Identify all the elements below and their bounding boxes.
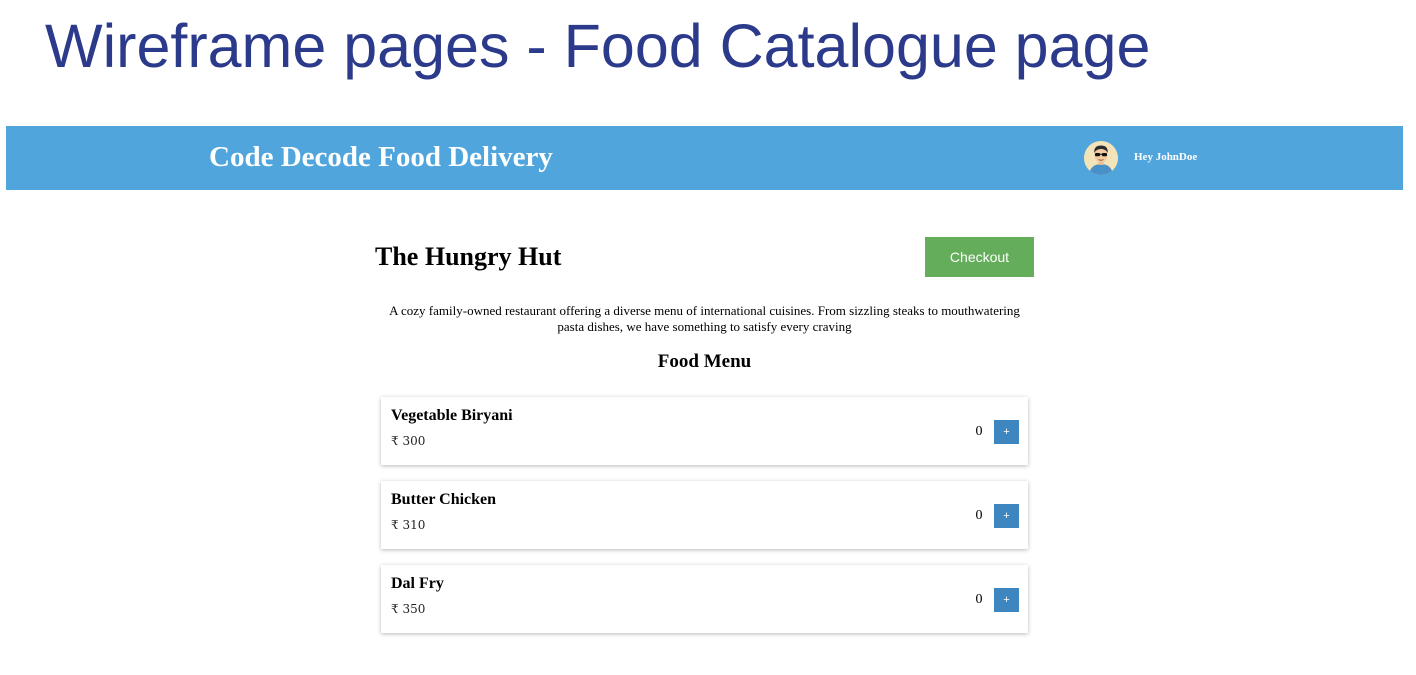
food-item-quantity: 0 [975,592,983,607]
food-item-card: Dal Fry ₹ 350 0 + [381,565,1028,633]
food-item-card: Butter Chicken ₹ 310 0 + [381,481,1028,549]
food-item-price: ₹ 300 [391,434,426,448]
food-menu-list: Vegetable Biryani ₹ 300 0 + Butter Chick… [381,397,1028,649]
restaurant-name: The Hungry Hut [375,242,562,271]
add-item-button[interactable]: + [994,420,1019,444]
food-menu-heading: Food Menu [657,351,752,372]
user-avatar-icon[interactable] [1084,141,1118,175]
food-item-price: ₹ 310 [391,518,426,532]
user-greeting[interactable]: Hey JohnDoe [1134,150,1197,164]
add-item-button[interactable]: + [994,504,1019,528]
add-item-button[interactable]: + [994,588,1019,612]
food-item-name: Butter Chicken [391,491,497,508]
food-item-name: Vegetable Biryani [391,407,513,424]
restaurant-description: A cozy family-owned restaurant offering … [389,303,1020,334]
food-item-card: Vegetable Biryani ₹ 300 0 + [381,397,1028,465]
food-item-quantity: 0 [975,508,983,523]
brand-title[interactable]: Code Decode Food Delivery [209,138,553,176]
food-item-price: ₹ 350 [391,602,426,616]
wireframe-screen: Code Decode Food Delivery Hey JohnDoe Th… [6,126,1403,675]
food-item-name: Dal Fry [391,575,444,592]
checkout-button[interactable]: Checkout [925,237,1034,277]
slide-title: Wireframe pages - Food Catalogue page [45,12,1151,80]
avatar-illustration [1084,141,1118,175]
food-item-quantity: 0 [975,424,983,439]
app-header: Code Decode Food Delivery Hey JohnDoe [6,126,1403,190]
